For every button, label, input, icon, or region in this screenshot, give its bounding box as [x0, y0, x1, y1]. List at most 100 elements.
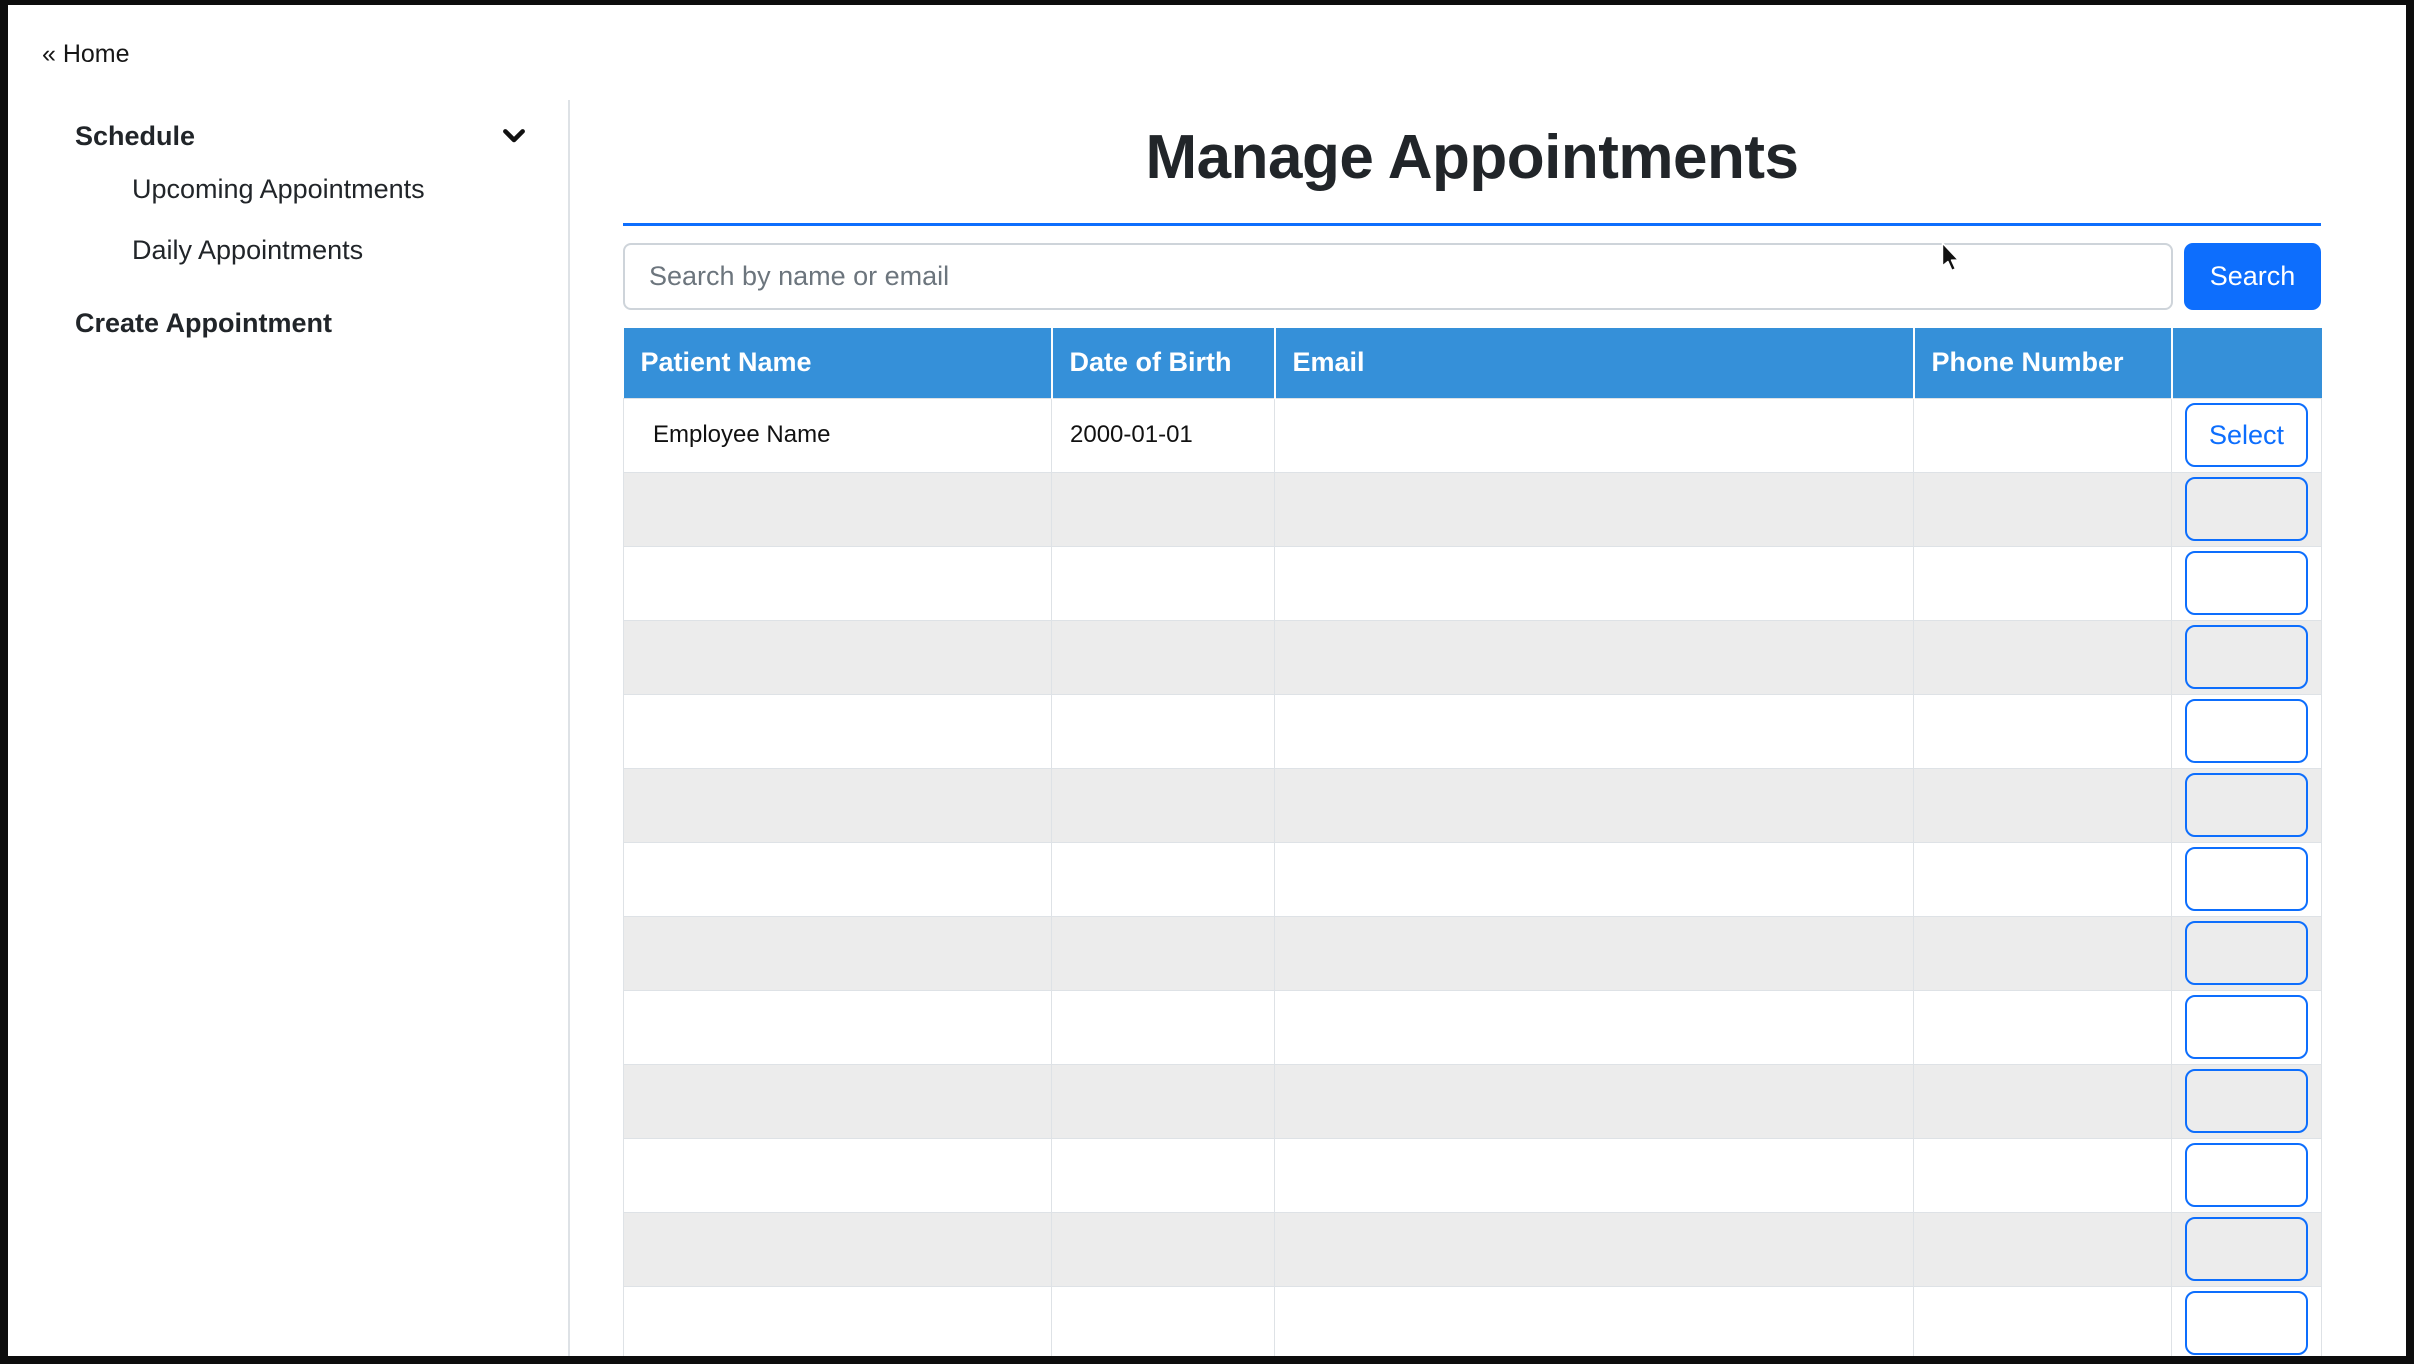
table-row: [624, 1064, 2322, 1138]
phone-number-cell: [1914, 842, 2172, 916]
phone-number-cell: [1914, 990, 2172, 1064]
date-of-birth-cell: [1052, 768, 1275, 842]
search-bar: Search: [623, 243, 2321, 310]
patient-name-cell: [624, 472, 1052, 546]
select-button[interactable]: [2185, 625, 2308, 689]
date-of-birth-cell: [1052, 694, 1275, 768]
phone-number-cell: [1914, 546, 2172, 620]
table-row: [624, 1286, 2322, 1356]
search-button[interactable]: Search: [2184, 243, 2321, 310]
date-of-birth-cell: [1052, 1286, 1275, 1356]
phone-number-cell: [1914, 768, 2172, 842]
patient-name-cell: [624, 1064, 1052, 1138]
action-cell: [2172, 694, 2322, 768]
email-cell: [1275, 472, 1914, 546]
select-button[interactable]: [2185, 995, 2308, 1059]
sidebar-group-schedule[interactable]: Schedule: [75, 120, 530, 152]
email-cell: [1275, 842, 1914, 916]
patient-name-cell: [624, 990, 1052, 1064]
phone-number-cell: [1914, 916, 2172, 990]
table-row: [624, 768, 2322, 842]
email-cell: [1275, 768, 1914, 842]
date-of-birth-cell: [1052, 546, 1275, 620]
date-of-birth-cell: [1052, 990, 1275, 1064]
email-cell: [1275, 1286, 1914, 1356]
email-cell: [1275, 916, 1914, 990]
table-row: [624, 842, 2322, 916]
action-cell: [2172, 620, 2322, 694]
select-button[interactable]: [2185, 1143, 2308, 1207]
title-divider: [623, 223, 2321, 226]
phone-number-cell: [1914, 1064, 2172, 1138]
action-cell: Select: [2172, 398, 2322, 472]
main-content: Manage Appointments Search Patient Name …: [572, 5, 2406, 1356]
phone-number-cell: [1914, 1138, 2172, 1212]
action-cell: [2172, 1212, 2322, 1286]
select-button[interactable]: [2185, 699, 2308, 763]
select-button[interactable]: [2185, 847, 2308, 911]
table-row: [624, 1138, 2322, 1212]
patient-name-cell: [624, 768, 1052, 842]
phone-number-cell: [1914, 694, 2172, 768]
phone-number-cell: [1914, 620, 2172, 694]
table-row: [624, 472, 2322, 546]
select-button[interactable]: [2185, 1069, 2308, 1133]
table-row: [624, 546, 2322, 620]
action-cell: [2172, 546, 2322, 620]
table-row: [624, 990, 2322, 1064]
select-button[interactable]: [2185, 477, 2308, 541]
select-button[interactable]: [2185, 921, 2308, 985]
page-title: Manage Appointments: [623, 123, 2321, 193]
date-of-birth-cell: [1052, 1212, 1275, 1286]
phone-number-cell: [1914, 1212, 2172, 1286]
select-button[interactable]: [2185, 773, 2308, 837]
sidebar-item-daily-appointments[interactable]: Daily Appointments: [132, 235, 568, 266]
column-header-email: Email: [1275, 328, 1914, 398]
home-back-link[interactable]: « Home: [42, 40, 130, 69]
date-of-birth-cell: [1052, 472, 1275, 546]
email-cell: [1275, 990, 1914, 1064]
action-cell: [2172, 990, 2322, 1064]
column-header-actions: [2172, 328, 2322, 398]
table-row: [624, 1212, 2322, 1286]
select-button[interactable]: [2185, 551, 2308, 615]
appointments-table: Patient Name Date of Birth Email Phone N…: [623, 328, 2322, 1356]
table-row: Employee Name2000-01-01 Select: [624, 398, 2322, 472]
patient-name-cell: [624, 1138, 1052, 1212]
column-header-patient-name: Patient Name: [624, 328, 1052, 398]
patient-name-cell: [624, 916, 1052, 990]
sidebar: Schedule Upcoming Appointments Daily App…: [8, 100, 570, 1356]
phone-number-cell: [1914, 472, 2172, 546]
action-cell: [2172, 1064, 2322, 1138]
patient-name-cell: [624, 546, 1052, 620]
date-of-birth-cell: [1052, 620, 1275, 694]
patient-name-cell: [624, 1212, 1052, 1286]
select-button[interactable]: Select: [2185, 403, 2308, 467]
patient-name-cell: [624, 694, 1052, 768]
action-cell: [2172, 1286, 2322, 1356]
email-cell: [1275, 1138, 1914, 1212]
table-row: [624, 694, 2322, 768]
patient-name-cell: [624, 1286, 1052, 1356]
email-cell: [1275, 620, 1914, 694]
email-cell: [1275, 1212, 1914, 1286]
email-cell: [1275, 546, 1914, 620]
app-window: « Home Schedule Upcoming Appointments Da…: [0, 0, 2414, 1364]
email-cell: [1275, 694, 1914, 768]
date-of-birth-cell: 2000-01-01: [1052, 398, 1275, 472]
search-input[interactable]: [623, 243, 2173, 310]
date-of-birth-cell: [1052, 916, 1275, 990]
patient-name-cell: Employee Name: [624, 398, 1052, 472]
chevron-down-icon[interactable]: [498, 120, 530, 152]
select-button[interactable]: [2185, 1291, 2308, 1355]
sidebar-item-create-appointment[interactable]: Create Appointment: [75, 308, 568, 339]
phone-number-cell: [1914, 1286, 2172, 1356]
select-button[interactable]: [2185, 1217, 2308, 1281]
action-cell: [2172, 472, 2322, 546]
action-cell: [2172, 842, 2322, 916]
patient-name-cell: [624, 842, 1052, 916]
sidebar-item-upcoming-appointments[interactable]: Upcoming Appointments: [132, 174, 568, 205]
action-cell: [2172, 768, 2322, 842]
table-row: [624, 916, 2322, 990]
patient-name-cell: [624, 620, 1052, 694]
